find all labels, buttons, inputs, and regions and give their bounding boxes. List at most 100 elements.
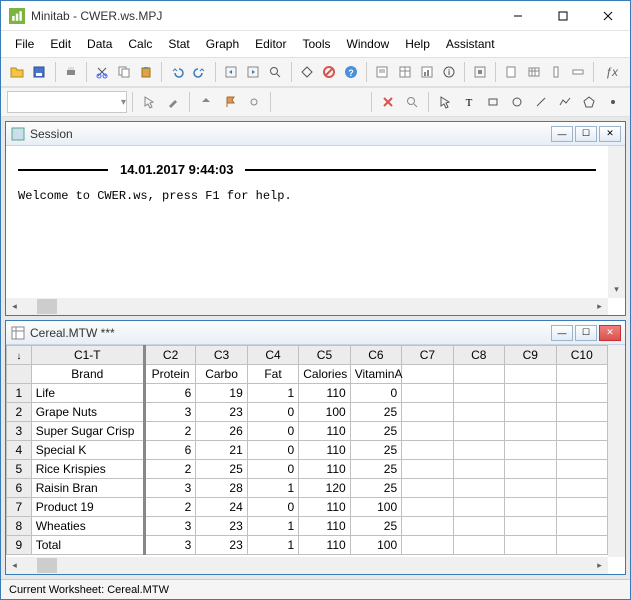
cell[interactable]	[453, 441, 504, 460]
cell[interactable]: 25	[350, 460, 401, 479]
cancel-icon[interactable]	[319, 61, 339, 83]
row-number[interactable]: 4	[7, 441, 32, 460]
cell[interactable]	[453, 517, 504, 536]
column-name[interactable]	[453, 365, 504, 384]
column-header[interactable]: C10	[556, 346, 608, 365]
cell[interactable]: 110	[299, 536, 350, 555]
cell[interactable]: 3	[144, 479, 195, 498]
cell[interactable]: 1	[247, 517, 298, 536]
column-header[interactable]: C8	[453, 346, 504, 365]
cell[interactable]	[402, 384, 453, 403]
cell[interactable]: 1	[247, 536, 298, 555]
cell[interactable]: 25	[350, 403, 401, 422]
copy-icon[interactable]	[114, 61, 134, 83]
cell[interactable]: 110	[299, 384, 350, 403]
menu-tools[interactable]: Tools	[294, 33, 338, 55]
row-number[interactable]: 6	[7, 479, 32, 498]
worksheet-maximize-button[interactable]: ☐	[575, 325, 597, 341]
show-info-icon[interactable]: i	[439, 61, 459, 83]
row-number[interactable]: 7	[7, 498, 32, 517]
cell[interactable]: 0	[247, 422, 298, 441]
report-icon[interactable]	[501, 61, 521, 83]
column-header[interactable]: C6	[350, 346, 401, 365]
cell[interactable]	[505, 498, 556, 517]
column-name[interactable]: VitaminA	[350, 365, 401, 384]
cell[interactable]	[453, 460, 504, 479]
column-name[interactable]	[505, 365, 556, 384]
session-maximize-button[interactable]: ☐	[575, 126, 597, 142]
entry-direction-button[interactable]: ↓	[7, 346, 32, 365]
column-header[interactable]: C9	[505, 346, 556, 365]
menu-help[interactable]: Help	[397, 33, 438, 55]
cell[interactable]	[453, 384, 504, 403]
options-icon[interactable]	[470, 61, 490, 83]
cell[interactable]: 2	[144, 460, 195, 479]
cell[interactable]: 110	[299, 517, 350, 536]
row-number[interactable]: 1	[7, 384, 32, 403]
row-number[interactable]: 8	[7, 517, 32, 536]
cell[interactable]: 25	[350, 479, 401, 498]
session-close-button[interactable]: ✕	[599, 126, 621, 142]
cell[interactable]	[402, 536, 453, 555]
menu-graph[interactable]: Graph	[198, 33, 247, 55]
delete-icon[interactable]	[377, 91, 399, 113]
cell[interactable]: 3	[144, 517, 195, 536]
show-session-icon[interactable]	[372, 61, 392, 83]
worksheet-close-button[interactable]: ✕	[599, 325, 621, 341]
row-number[interactable]: 9	[7, 536, 32, 555]
column-name[interactable]: Calories	[299, 365, 350, 384]
navigate-forward-icon[interactable]	[243, 61, 263, 83]
menu-assistant[interactable]: Assistant	[438, 33, 503, 55]
worksheet-scrollbar-horizontal[interactable]: ◂▸	[6, 557, 608, 574]
session-output[interactable]: 14.01.2017 9:44:03 Welcome to CWER.ws, p…	[6, 146, 608, 298]
cell[interactable]	[556, 479, 608, 498]
table-view-icon[interactable]	[524, 61, 544, 83]
cell[interactable]	[402, 479, 453, 498]
cell[interactable]: Special K	[31, 441, 144, 460]
cell[interactable]: Product 19	[31, 498, 144, 517]
cell[interactable]: 25	[350, 441, 401, 460]
cell[interactable]: 0	[247, 498, 298, 517]
cell[interactable]: 2	[144, 422, 195, 441]
paste-icon[interactable]	[136, 61, 156, 83]
worksheet-minimize-button[interactable]: —	[551, 325, 573, 341]
close-button[interactable]	[585, 1, 630, 31]
polyline-tool-icon[interactable]	[554, 91, 576, 113]
cell[interactable]	[402, 517, 453, 536]
cell[interactable]	[556, 441, 608, 460]
session-titlebar[interactable]: Session — ☐ ✕	[6, 122, 625, 146]
pointer-tool-icon[interactable]	[138, 91, 160, 113]
cell[interactable]: 0	[247, 460, 298, 479]
row-icon[interactable]	[568, 61, 588, 83]
open-icon[interactable]	[7, 61, 27, 83]
cell[interactable]	[402, 460, 453, 479]
flag-icon[interactable]	[219, 91, 241, 113]
polygon-tool-icon[interactable]	[578, 91, 600, 113]
cell[interactable]	[402, 498, 453, 517]
cell[interactable]: 25	[350, 422, 401, 441]
help-icon[interactable]: ?	[341, 61, 361, 83]
column-icon[interactable]	[546, 61, 566, 83]
cell[interactable]: 28	[196, 479, 247, 498]
edit-last-icon[interactable]	[296, 61, 316, 83]
cell[interactable]: 26	[196, 422, 247, 441]
cell[interactable]: 1	[247, 479, 298, 498]
cell[interactable]: 110	[299, 460, 350, 479]
cell[interactable]: 110	[299, 498, 350, 517]
cell[interactable]	[556, 422, 608, 441]
cell[interactable]: 23	[196, 403, 247, 422]
session-minimize-button[interactable]: —	[551, 126, 573, 142]
cell[interactable]: 23	[196, 536, 247, 555]
cell[interactable]	[505, 536, 556, 555]
cell[interactable]: 3	[144, 536, 195, 555]
menu-stat[interactable]: Stat	[160, 33, 197, 55]
cell[interactable]: 6	[144, 384, 195, 403]
cell[interactable]: Raisin Bran	[31, 479, 144, 498]
cell[interactable]: Super Sugar Crisp	[31, 422, 144, 441]
column-header[interactable]: C4	[247, 346, 298, 365]
cell[interactable]: 25	[350, 517, 401, 536]
cell[interactable]	[556, 517, 608, 536]
menu-data[interactable]: Data	[79, 33, 120, 55]
worksheet-scrollbar-vertical[interactable]	[608, 345, 625, 557]
menu-edit[interactable]: Edit	[42, 33, 79, 55]
